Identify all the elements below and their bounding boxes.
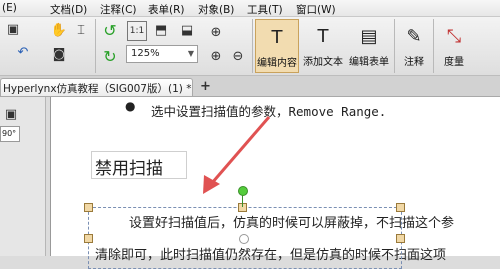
add-text-button[interactable]: T 添加文本 — [301, 19, 345, 73]
marquee-zoom-icon[interactable]: ⊕ — [207, 23, 225, 41]
fit-page-icon[interactable]: ⬒ — [152, 21, 170, 39]
chevron-down-icon: ▼ — [187, 49, 194, 58]
annotate-icon: ✎ — [406, 25, 422, 47]
zoom-value: 125% — [131, 48, 160, 59]
new-tab-button[interactable]: + — [200, 79, 211, 94]
menu-form[interactable]: 表单(R) — [148, 2, 185, 17]
measure-icon: ⤡ — [446, 25, 462, 47]
arrow-shaft — [210, 116, 271, 184]
toolbar-separator — [95, 19, 96, 73]
annotate-button[interactable]: ✎ 注释 — [398, 19, 430, 73]
menu-tools[interactable]: 工具(T) — [247, 2, 283, 17]
rotate-left-icon[interactable]: ↺ — [101, 21, 119, 40]
menu-edit[interactable]: (E) — [2, 2, 17, 14]
left-panel: ▣ 90° — [0, 97, 46, 256]
zoom-out-icon[interactable]: ⊖ — [229, 47, 247, 65]
select-text-icon[interactable]: ⌶ — [72, 21, 90, 39]
toolbar: ▣ ↶ ✋ ◙ ⌶ ↺ ↻ 1:1 ⬒ ⬓ 125% ▼ ⊕ ⊕ ⊖ T 编辑内… — [0, 17, 500, 76]
tab-document[interactable]: Hyperlynx仿真教程（SIG007版）(1) * — [0, 78, 193, 96]
rotation-value: 90° — [2, 129, 17, 138]
undo-icon[interactable]: ↶ — [14, 43, 32, 61]
toolbar-separator — [252, 19, 253, 73]
edit-content-icon: T — [271, 26, 283, 48]
menu-annotation[interactable]: 注释(C) — [100, 2, 137, 17]
toolbar-separator — [394, 19, 395, 73]
toolbar-separator — [433, 19, 434, 73]
edit-content-label: 编辑内容 — [257, 58, 297, 69]
tab-bar: Hyperlynx仿真教程（SIG007版）(1) * + — [0, 76, 500, 97]
menu-object[interactable]: 对象(B) — [198, 2, 234, 17]
hand-tool-icon[interactable]: ✋ — [50, 21, 68, 39]
rotate-right-icon[interactable]: ↻ — [101, 47, 119, 66]
measure-label: 度量 — [444, 57, 464, 68]
edit-form-label: 编辑表单 — [349, 57, 389, 68]
rotation-select[interactable]: 90° — [0, 126, 20, 142]
document-page: ● 选中设置扫描值的参数，Remove Range. 禁用扫描 设置好扫描值后，… — [50, 97, 500, 269]
menu-document[interactable]: 文档(D) — [50, 2, 87, 17]
add-text-label: 添加文本 — [303, 57, 343, 68]
edit-form-icon: ▤ — [360, 25, 378, 47]
snapshot-icon[interactable]: ◙ — [50, 45, 68, 63]
edit-form-button[interactable]: ▤ 编辑表单 — [347, 19, 391, 73]
menu-window[interactable]: 窗口(W) — [296, 2, 336, 17]
red-arrow-annotation — [203, 116, 271, 194]
actual-size-icon[interactable]: 1:1 — [127, 21, 147, 41]
measure-button[interactable]: ⤡ 度量 — [437, 19, 471, 73]
zoom-select[interactable]: 125% ▼ — [126, 45, 198, 63]
add-text-icon: T — [317, 25, 329, 47]
zoom-in-icon[interactable]: ⊕ — [207, 47, 225, 65]
pages-icon[interactable]: ▣ — [2, 105, 20, 123]
fit-width-icon[interactable]: ⬓ — [178, 21, 196, 39]
tab-title: Hyperlynx仿真教程（SIG007版）(1) * — [3, 83, 192, 95]
edit-content-button[interactable]: T 编辑内容 — [255, 19, 299, 73]
annotate-label: 注释 — [404, 57, 424, 68]
folder-icon[interactable]: ▣ — [4, 20, 22, 38]
menu-bar: (E) 文档(D) 注释(C) 表单(R) 对象(B) 工具(T) 窗口(W) — [0, 0, 500, 17]
